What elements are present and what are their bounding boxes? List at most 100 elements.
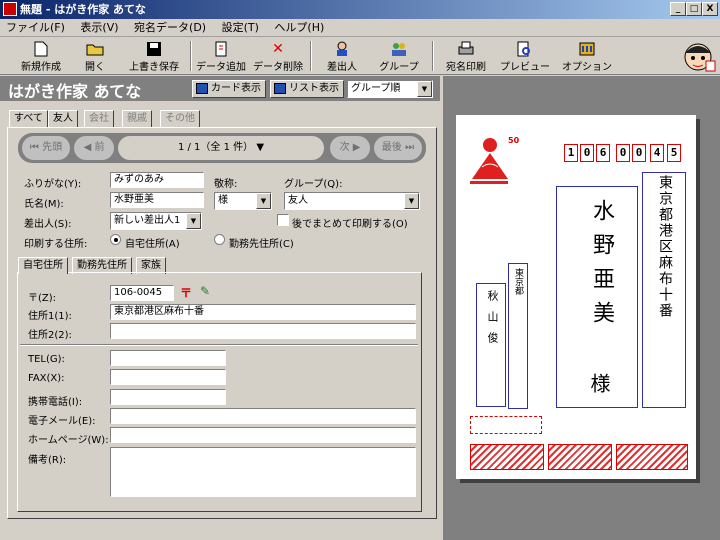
tab-all[interactable]: すべて [9,110,48,127]
delete-data-button[interactable]: ✕ データ削除 [252,39,304,73]
list-icon [274,83,286,94]
tab-friends[interactable]: 友人 [48,110,78,127]
add-data-button[interactable]: データ追加 [195,39,247,73]
address-lookup-icon[interactable]: ✎ [200,284,210,298]
home-address-radio-label: 自宅住所(A) [125,239,180,250]
address2-input[interactable] [110,323,416,339]
chevron-down-icon[interactable]: ▼ [404,193,419,209]
title-bar: 無題 - はがき作家 あてな _ □ X [0,0,720,19]
card-view-button[interactable]: カード表示 [192,80,266,98]
record-counter: 1 / 1（全 1 件） ▼ [118,136,324,160]
furigana-input[interactable]: みずのあみ [110,172,204,188]
minimize-button[interactable]: _ [670,2,686,16]
sort-select[interactable]: グループ順 ▼ [347,80,433,98]
sender-address-box: 東京都 [508,263,528,409]
email-input[interactable] [110,408,416,424]
address2-label: 住所2(2): [28,330,72,341]
sender-name: 秋山俊 [486,290,499,353]
tab-relatives[interactable]: 親戚 [122,110,152,127]
memo-textarea[interactable] [110,447,416,497]
options-button[interactable]: オプション [562,39,612,73]
maximize-button[interactable]: □ [686,2,702,16]
group-select[interactable]: 友人 ▼ [284,192,420,210]
mascot-icon [680,39,716,73]
name-input[interactable]: 水野亜美 [110,192,204,208]
later-print-checkbox[interactable] [277,214,289,226]
address1-input[interactable]: 東京都港区麻布十番 [110,304,416,320]
menu-view[interactable]: 表示(V) [74,19,124,37]
preview-button[interactable]: プレビュー [500,39,550,73]
tab-company[interactable]: 会社 [84,110,114,127]
options-icon [578,41,596,57]
menu-address-data[interactable]: 宛名データ(D) [128,19,212,37]
honorific-select[interactable]: 様 ▼ [214,192,272,210]
sender-button[interactable]: 差出人 [322,39,362,73]
decoration-pattern [616,444,688,470]
new-button[interactable]: 新規作成 [12,39,70,73]
sender-zip-box [470,416,542,434]
tel-label: TEL(G): [28,354,65,365]
stamp-value: 50 [508,136,520,145]
name-label: 氏名(M): [24,199,64,210]
homepage-label: ホームページ(W): [28,435,109,446]
homepage-input[interactable] [110,427,416,443]
recipient-name: 水野亜美 [589,199,614,335]
home-address-radio[interactable] [110,234,121,245]
email-label: 電子メール(E): [28,416,96,427]
save-button[interactable]: 上書き保存 [124,39,184,73]
group-icon [390,41,408,57]
tab-other[interactable]: その他 [160,110,200,127]
menu-help[interactable]: ヘルプ(H) [268,19,330,37]
zip-input[interactable]: 106-0045 [110,285,174,301]
sender-name-box: 秋山俊 [476,283,506,407]
menu-file[interactable]: ファイル(F) [0,19,71,37]
zip-digit: 4 [650,144,664,162]
folder-icon [86,41,104,57]
zip-digit: 0 [632,144,646,162]
recipient-name-box: 水野亜美 様 [556,186,638,408]
sender-address: 東京都 [513,268,523,295]
chevron-down-icon[interactable]: ▼ [417,81,432,97]
open-button[interactable]: 開く [78,39,112,73]
first-record-button[interactable]: ⏮ 先頭 [22,136,70,160]
recipient-address: 東京都港区麻布十番 [657,175,673,319]
app-header: はがき作家 あてな カード表示 リスト表示 グループ順 ▼ [0,76,440,101]
sender-select[interactable]: 新しい差出人1 ▼ [110,212,202,230]
chevron-down-icon[interactable]: ▼ [256,193,271,209]
work-address-radio-label: 勤務先住所(C) [229,239,294,250]
preview-icon [515,41,533,57]
postal-search-icon[interactable]: 〒 [180,284,192,301]
app-icon [3,2,17,16]
person-icon [333,41,351,57]
last-record-button[interactable]: 最後 ⏭ [374,136,422,160]
recipient-address-box: 東京都港区麻布十番 [642,172,686,408]
print-address-label: 印刷する住所: [24,239,88,250]
chevron-down-icon[interactable]: ▼ [186,213,201,229]
furigana-label: ふりがな(Y): [24,179,82,190]
tel-input[interactable] [110,350,226,366]
record-navigator: ⏮ 先頭 ◀ 前 1 / 1（全 1 件） ▼ 次 ▶ 最後 ⏭ [18,133,426,163]
fax-label: FAX(X): [28,373,65,384]
zip-label: 〒(Z): [28,293,57,304]
mobile-input[interactable] [110,389,226,405]
fax-input[interactable] [110,369,226,385]
decoration-pattern [470,444,544,470]
recipient-honorific: 様 [587,373,611,393]
later-print-label: 後でまとめて印刷する(O) [292,219,408,230]
next-record-button[interactable]: 次 ▶ [330,136,370,160]
new-document-icon [32,41,50,57]
window-title: 無題 - はがき作家 あてな [20,3,146,16]
address-print-button[interactable]: 宛名印刷 [440,39,492,73]
zip-digit: 6 [596,144,610,162]
work-address-radio[interactable] [214,234,225,245]
mobile-label: 携帯電話(I): [28,397,83,408]
prev-record-button[interactable]: ◀ 前 [74,136,114,160]
list-view-button[interactable]: リスト表示 [270,80,344,98]
subtab-home-address[interactable]: 自宅住所 [18,257,68,274]
add-card-icon [212,41,230,57]
menu-settings[interactable]: 設定(T) [216,19,265,37]
honorific-label: 敬称: [214,179,238,190]
zip-digit: 1 [564,144,578,162]
close-button[interactable]: X [702,2,718,16]
group-button[interactable]: グループ [374,39,424,73]
